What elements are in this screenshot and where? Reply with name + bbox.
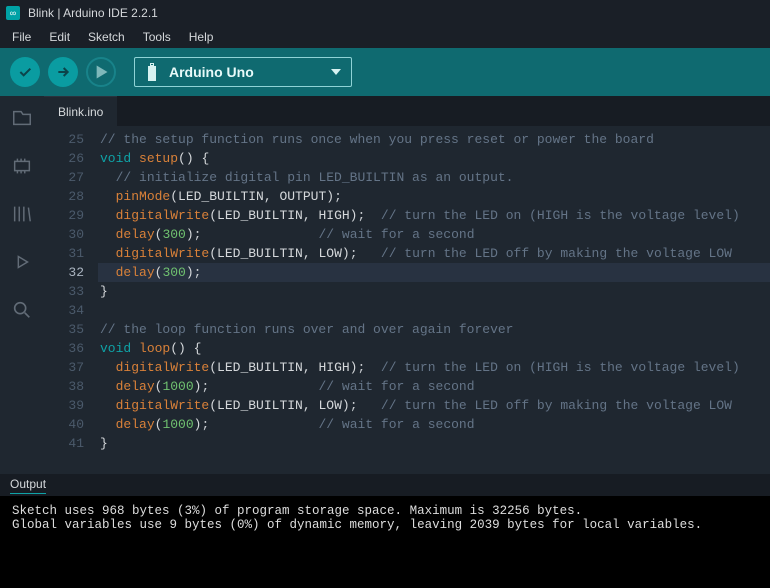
code-lines[interactable]: // the setup function runs once when you… [98,126,770,474]
editor-tabs: Blink.ino [44,96,770,126]
library-manager-icon[interactable] [10,202,34,226]
window-title: Blink | Arduino IDE 2.2.1 [28,6,158,20]
code-editor[interactable]: 2526272829303132333435363738394041 // th… [44,126,770,474]
titlebar: ∞ Blink | Arduino IDE 2.2.1 [0,0,770,26]
verify-button[interactable] [10,57,40,87]
menu-file[interactable]: File [4,28,39,46]
chevron-down-icon [331,69,341,75]
menu-help[interactable]: Help [181,28,222,46]
menu-tools[interactable]: Tools [135,28,179,46]
arrow-right-icon [55,64,71,80]
toolbar: Arduino Uno [0,48,770,96]
boards-manager-icon[interactable] [10,154,34,178]
line-gutter: 2526272829303132333435363738394041 [44,126,98,474]
tab-blink[interactable]: Blink.ino [44,96,117,126]
board-selector[interactable]: Arduino Uno [134,57,352,87]
menu-sketch[interactable]: Sketch [80,28,133,46]
play-bug-icon [88,59,114,85]
editor-area: Blink.ino 252627282930313233343536373839… [44,96,770,474]
board-name: Arduino Uno [169,64,254,80]
debug-icon[interactable] [10,250,34,274]
check-icon [17,64,33,80]
search-icon[interactable] [10,298,34,322]
main-area: Blink.ino 252627282930313233343536373839… [0,96,770,474]
upload-button[interactable] [48,57,78,87]
output-panel[interactable]: Sketch uses 968 bytes (3%) of program st… [0,496,770,588]
debug-button[interactable] [86,57,116,87]
output-panel-header[interactable]: Output [0,474,770,496]
app-logo-icon: ∞ [6,6,20,20]
activity-bar [0,96,44,474]
sketchbook-icon[interactable] [10,106,34,130]
menubar: File Edit Sketch Tools Help [0,26,770,48]
menu-edit[interactable]: Edit [41,28,78,46]
usb-icon [145,63,159,81]
output-label: Output [10,477,46,494]
